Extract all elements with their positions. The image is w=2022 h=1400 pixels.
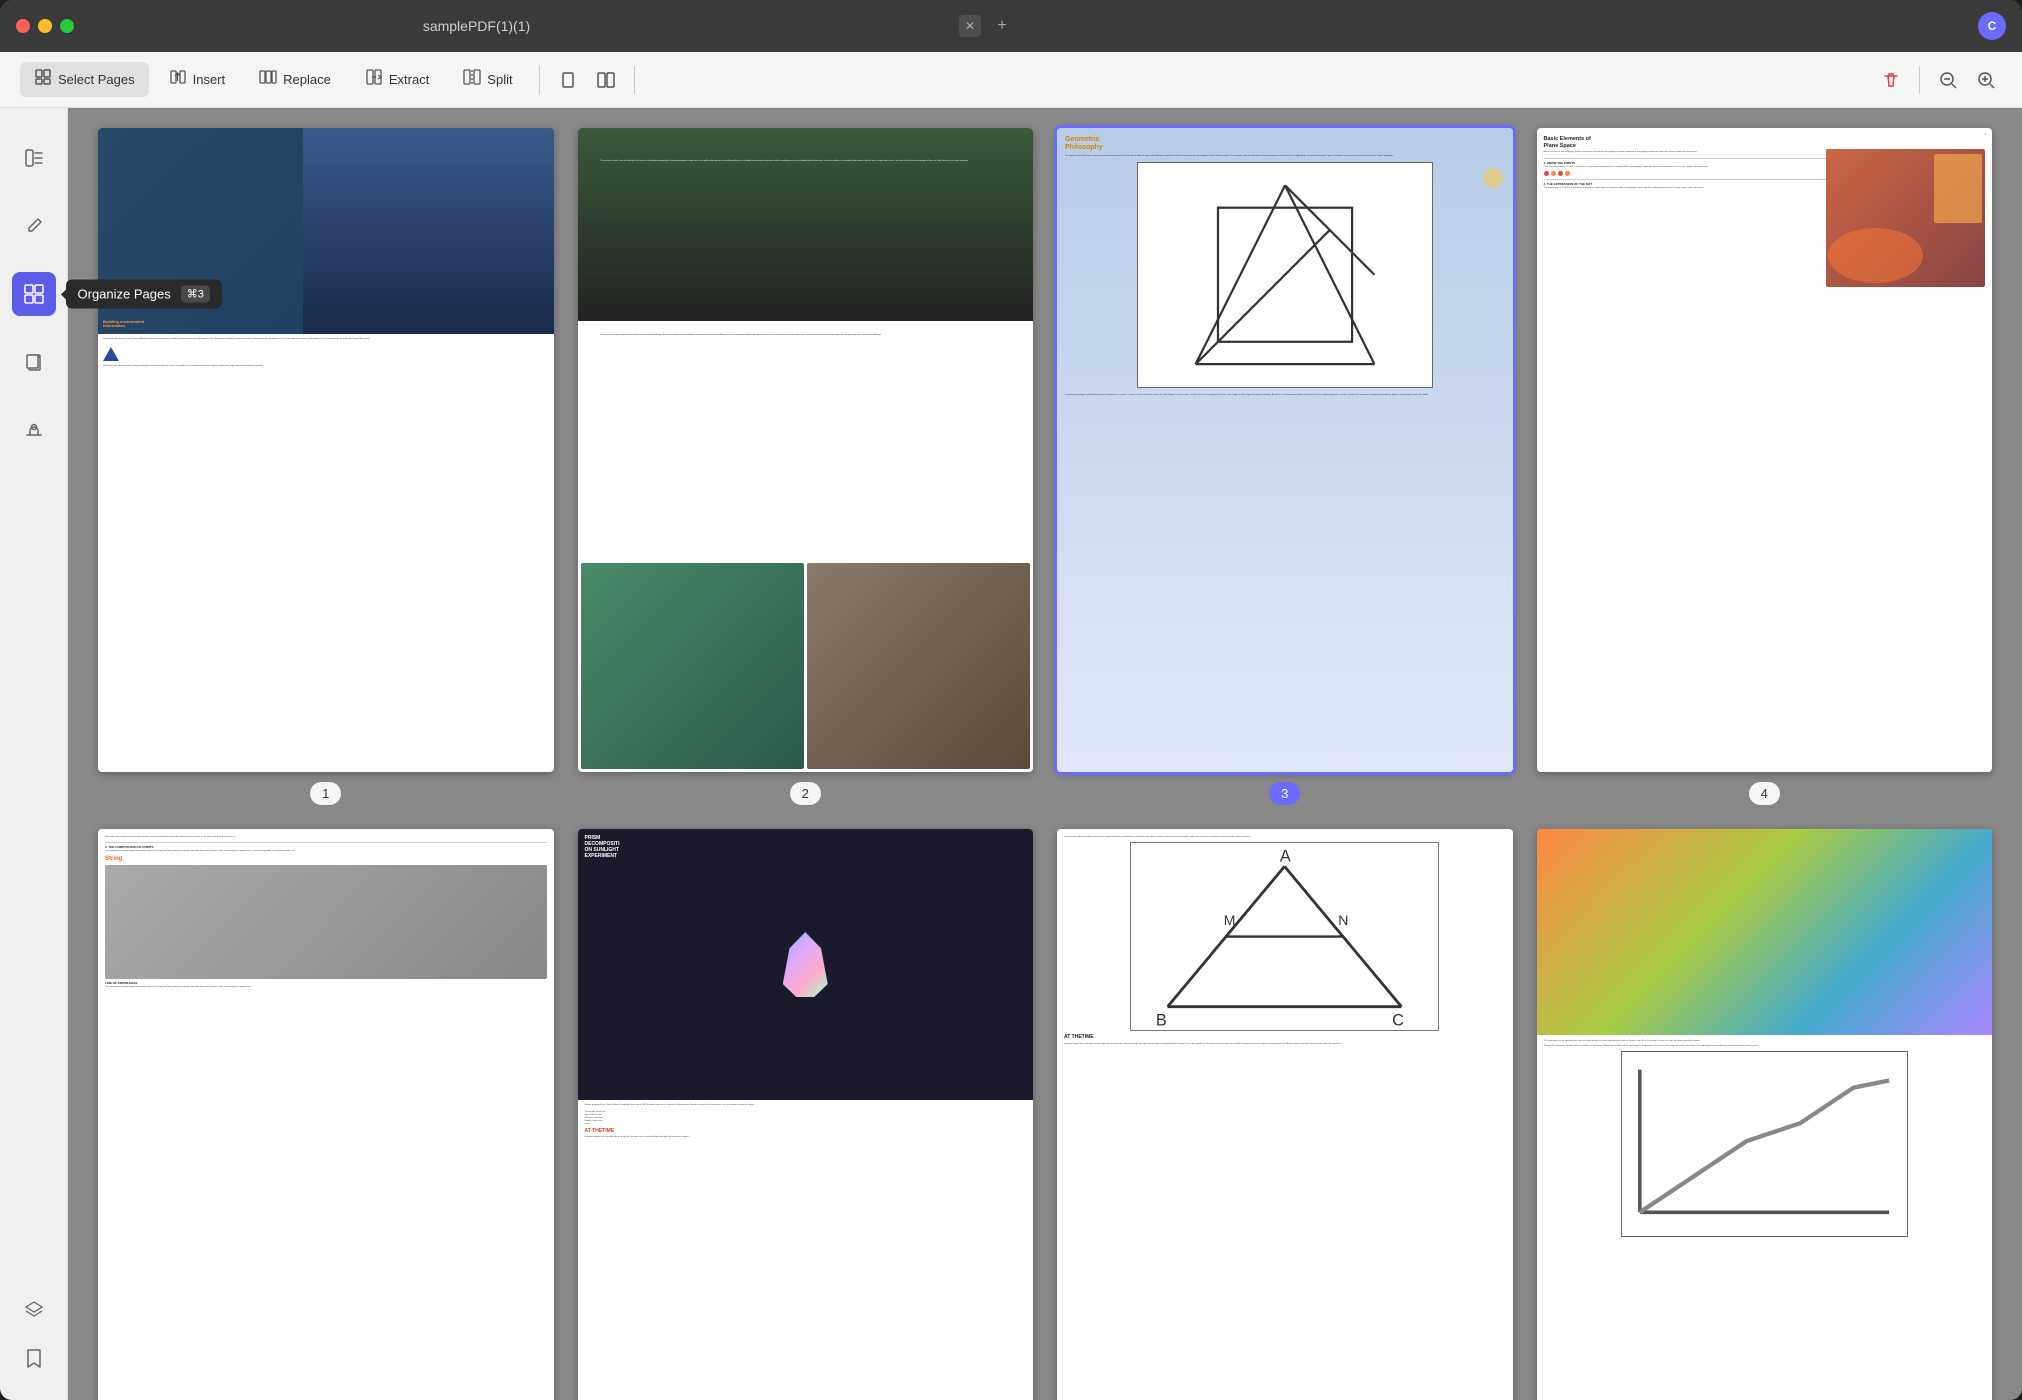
- svg-text:B: B: [1156, 1012, 1167, 1030]
- two-page-button[interactable]: [590, 64, 622, 96]
- single-page-button[interactable]: [552, 64, 584, 96]
- page-thumb-7[interactable]: These studies laid the foundation for th…: [1057, 829, 1513, 1400]
- page-item-7: These studies laid the foundation for th…: [1057, 829, 1513, 1400]
- tooltip-label: Organize Pages: [78, 287, 171, 302]
- sidebar-item-layers[interactable]: [12, 1288, 56, 1332]
- sidebar-item-edit[interactable]: [12, 204, 56, 248]
- page-3-badge: 3: [1269, 782, 1300, 805]
- insert-button[interactable]: Insert: [155, 62, 240, 97]
- svg-text:N: N: [1339, 912, 1349, 928]
- sidebar: Organize Pages ⌘3: [0, 108, 68, 1400]
- insert-icon: [169, 68, 187, 91]
- extract-icon: [365, 68, 383, 91]
- select-pages-label: Select Pages: [58, 72, 135, 87]
- select-pages-button[interactable]: Select Pages: [20, 62, 149, 97]
- sidebar-item-panel[interactable]: [12, 136, 56, 180]
- sidebar-item-copy[interactable]: [12, 340, 56, 384]
- sidebar-item-bookmark[interactable]: [12, 1336, 56, 1380]
- toolbar-separator-2: [634, 66, 635, 94]
- page-item-2: 2 The practical results show that throug…: [578, 128, 1034, 805]
- split-icon: [463, 68, 481, 91]
- page-2-badge: 2: [790, 782, 821, 805]
- page-thumb-8[interactable]: This experiment can be repeated over and…: [1537, 829, 1993, 1400]
- page-item-5: Points also have dominant and recessive …: [98, 829, 554, 1400]
- title-bar: samplePDF(1)(1) ✕ + C: [0, 0, 2022, 52]
- sidebar-bottom: [12, 1288, 56, 1392]
- svg-text:M: M: [1224, 912, 1236, 928]
- page-item-3: 3 Geometric Philosophy The specific poin…: [1057, 128, 1513, 805]
- replace-button[interactable]: Replace: [245, 62, 345, 97]
- split-label: Split: [487, 72, 512, 87]
- toolbar-separator-3: [1919, 66, 1920, 94]
- toolbar: Select Pages Insert: [0, 52, 2022, 108]
- delete-button[interactable]: [1875, 64, 1907, 96]
- page-1-badge: 1: [310, 782, 341, 805]
- page-thumb-2[interactable]: 2 The practical results show that throug…: [578, 128, 1034, 772]
- page-thumb-3[interactable]: 3 Geometric Philosophy The specific poin…: [1057, 128, 1513, 772]
- page-item-1: 1 Building environmentinformation: [98, 128, 554, 805]
- replace-label: Replace: [283, 72, 331, 87]
- toolbar-right: [1875, 64, 2002, 96]
- pages-grid: 1 Building environmentinformation: [98, 128, 1992, 1400]
- page-item-4: 4 Basic Elements ofPlane Space Any art c…: [1537, 128, 1993, 805]
- insert-label: Insert: [193, 72, 226, 87]
- organize-pages-tooltip: Organize Pages ⌘3: [66, 280, 222, 309]
- extract-button[interactable]: Extract: [351, 62, 443, 97]
- svg-text:A: A: [1280, 848, 1291, 866]
- page-item-8: This experiment can be repeated over and…: [1537, 829, 1993, 1400]
- extract-label: Extract: [389, 72, 429, 87]
- zoom-out-button[interactable]: [1932, 64, 1964, 96]
- tooltip-shortcut: ⌘3: [181, 286, 210, 303]
- page-thumb-5[interactable]: Points also have dominant and recessive …: [98, 829, 554, 1400]
- zoom-in-button[interactable]: [1970, 64, 2002, 96]
- active-indicator: [16, 290, 24, 298]
- main-window: samplePDF(1)(1) ✕ + C Select Pages: [0, 0, 2022, 1400]
- tab-close-button[interactable]: ✕: [959, 15, 981, 37]
- main-area: Organize Pages ⌘3: [0, 108, 2022, 1400]
- new-tab-button[interactable]: +: [991, 15, 1013, 37]
- page-thumb-1[interactable]: 1 Building environmentinformation: [98, 128, 554, 772]
- pages-area[interactable]: 1 Building environmentinformation: [68, 108, 2022, 1400]
- user-avatar[interactable]: C: [1978, 12, 2006, 40]
- sidebar-item-organize[interactable]: [12, 272, 56, 316]
- page-item-6: PRISMDECOMPOSITION SUNLIGHTEXPERIMENT Ne…: [578, 829, 1034, 1400]
- page-4-badge: 4: [1749, 782, 1780, 805]
- page-thumb-6[interactable]: PRISMDECOMPOSITION SUNLIGHTEXPERIMENT Ne…: [578, 829, 1034, 1400]
- svg-text:C: C: [1392, 1012, 1404, 1030]
- page-thumb-4[interactable]: 4 Basic Elements ofPlane Space Any art c…: [1537, 128, 1993, 772]
- split-button[interactable]: Split: [449, 62, 526, 97]
- window-title: samplePDF(1)(1): [4, 18, 949, 34]
- sidebar-item-stamp[interactable]: [12, 408, 56, 452]
- replace-icon: [259, 68, 277, 91]
- select-pages-icon: [34, 68, 52, 91]
- toolbar-separator-1: [539, 66, 540, 94]
